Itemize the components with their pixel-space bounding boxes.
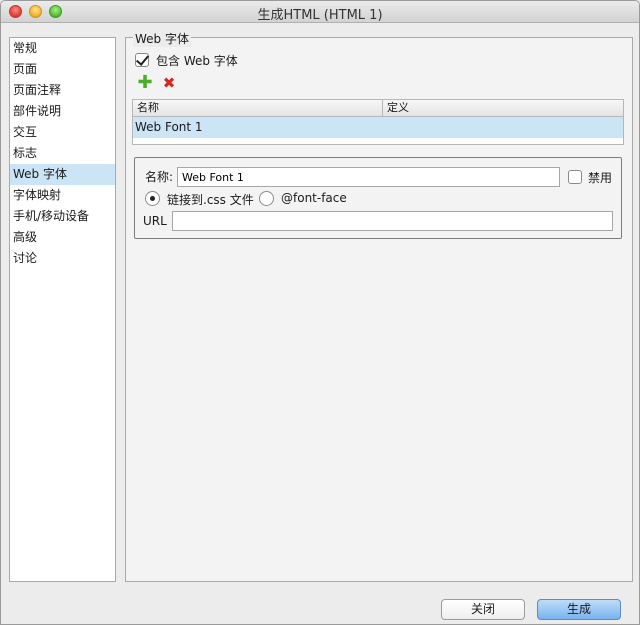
sidebar-item-discussion[interactable]: 讨论	[10, 248, 115, 269]
sidebar: 常规 页面 页面注释 部件说明 交互 标志 Web 字体 字体映射 手机/移动设…	[9, 37, 116, 582]
sidebar-item-widget-notes[interactable]: 部件说明	[10, 101, 115, 122]
group-title: Web 字体	[133, 30, 191, 47]
dialog-window: 生成HTML (HTML 1) 常规 页面 页面注释 部件说明 交互 标志 We…	[0, 0, 640, 625]
column-header-definition[interactable]: 定义	[383, 100, 409, 116]
table-row[interactable]: Web Font 1	[133, 117, 623, 138]
table-header: 名称 定义	[133, 100, 623, 117]
disable-label[interactable]: 禁用	[588, 169, 612, 186]
title-bar[interactable]: 生成HTML (HTML 1)	[1, 1, 639, 23]
include-web-fonts-checkbox[interactable]	[135, 53, 149, 67]
disable-checkbox[interactable]	[568, 170, 582, 184]
sidebar-item-mobile[interactable]: 手机/移动设备	[10, 206, 115, 227]
column-header-name[interactable]: 名称	[133, 100, 383, 116]
include-web-fonts-label[interactable]: 包含 Web 字体	[156, 52, 238, 69]
sidebar-item-advanced[interactable]: 高级	[10, 227, 115, 248]
sidebar-item-web-fonts[interactable]: Web 字体	[10, 164, 115, 185]
table-cell-name[interactable]: Web Font 1	[133, 117, 383, 138]
sidebar-item-page-notes[interactable]: 页面注释	[10, 80, 115, 101]
close-button[interactable]: 关闭	[441, 599, 525, 620]
font-face-label[interactable]: @font-face	[281, 191, 347, 205]
generate-button[interactable]: 生成	[537, 599, 621, 620]
sidebar-item-interactions[interactable]: 交互	[10, 122, 115, 143]
plus-icon[interactable]: ✚	[137, 74, 153, 92]
include-web-fonts-row[interactable]: 包含 Web 字体	[135, 52, 238, 68]
link-css-radio[interactable]	[145, 191, 160, 206]
name-label: 名称:	[145, 170, 174, 184]
name-input[interactable]	[177, 167, 560, 187]
font-details-panel: 名称: 禁用 链接到.css 文件 @font-face URL	[134, 157, 622, 239]
sidebar-item-general[interactable]: 常规	[10, 38, 115, 59]
sidebar-item-pages[interactable]: 页面	[10, 59, 115, 80]
sidebar-item-font-mapping[interactable]: 字体映射	[10, 185, 115, 206]
url-label: URL	[143, 214, 167, 228]
url-input[interactable]	[172, 211, 613, 231]
x-icon[interactable]: ✖	[161, 75, 177, 91]
font-face-radio[interactable]	[259, 191, 274, 206]
window-title: 生成HTML (HTML 1)	[257, 8, 383, 23]
link-css-label[interactable]: 链接到.css 文件	[167, 191, 254, 208]
sidebar-item-logo[interactable]: 标志	[10, 143, 115, 164]
web-fonts-table: 名称 定义 Web Font 1	[132, 99, 624, 145]
